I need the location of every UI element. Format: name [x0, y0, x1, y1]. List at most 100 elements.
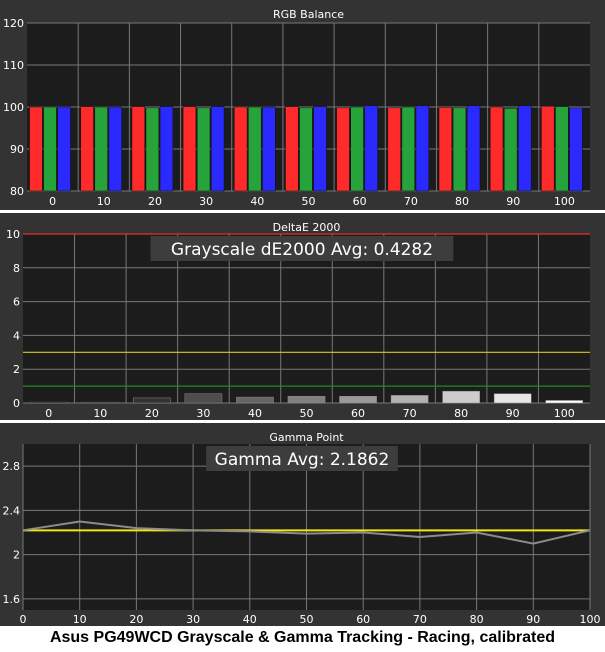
x-tick-label: 90: [506, 195, 520, 208]
x-tick-label: 40: [243, 613, 257, 626]
x-tick-label: 100: [554, 407, 575, 420]
rgb-bar-green: [452, 107, 467, 192]
x-tick-label: 10: [97, 195, 111, 208]
x-tick-label: 0: [45, 407, 52, 420]
y-tick-label: 8: [13, 262, 20, 275]
chart-panel-3: Gamma Point 1.6 2 2.4 2.8 0 10 20 30 40 50 60 70 80 90…: [0, 423, 605, 626]
rgb-bar-blue: [518, 105, 532, 192]
rgb-bar-green: [350, 106, 364, 192]
rgb-bar-red: [336, 107, 350, 192]
y-tick-label: 2: [13, 549, 20, 562]
x-tick-label: 50: [302, 195, 316, 208]
delta-e-bar: [545, 400, 584, 404]
y-tick-label: 4: [13, 329, 20, 342]
rgb-bar-green: [401, 106, 415, 192]
rgb-bar-red: [285, 106, 299, 192]
rgb-bar-blue: [262, 106, 276, 192]
rgb-bar-red: [182, 106, 197, 192]
delta-e-bar: [493, 393, 532, 404]
x-tick-label: 40: [250, 195, 264, 208]
rgb-bar-red: [438, 107, 453, 192]
rgb-bar-blue: [313, 106, 327, 192]
delta-e-bar: [390, 395, 429, 404]
rgb-bar-red: [131, 106, 145, 192]
rgb-bar-blue: [211, 106, 225, 192]
rgb-bar-blue: [364, 105, 378, 192]
delta-e-bar: [81, 401, 120, 404]
x-tick-label: 20: [148, 195, 162, 208]
x-tick-label: 90: [526, 613, 540, 626]
y-tick-label: 80: [10, 185, 24, 198]
rgb-bar-red: [80, 106, 94, 192]
x-tick-label: 60: [353, 195, 367, 208]
delta-e-bar: [339, 395, 377, 404]
delta-e-bar: [442, 390, 480, 404]
chart-panel-1: RGB Balance 80 90 100 110 120 0 10 20 30 40 50 60 70 8…: [0, 0, 605, 210]
x-tick-label: 20: [145, 407, 159, 420]
x-tick-label: 50: [300, 407, 314, 420]
rgb-bar-green: [43, 106, 57, 192]
delta-e-bar: [133, 397, 171, 404]
y-tick-label: 90: [10, 143, 24, 156]
x-tick-label: 10: [93, 407, 107, 420]
chart-title: RGB Balance: [273, 8, 344, 21]
x-tick-label: 10: [73, 613, 87, 626]
chart-title: DeltaE 2000: [273, 221, 341, 234]
y-tick-label: 10: [6, 228, 20, 241]
rgb-bar-blue: [466, 105, 481, 192]
x-tick-label: 60: [351, 407, 365, 420]
average-label: Gamma Avg: 2.1862: [215, 450, 390, 470]
chart-panel-2: DeltaE 200002468100 10 20 30 40 50 60 70 80 90 100…: [0, 213, 605, 420]
delta-e-bar: [236, 396, 274, 404]
x-tick-label: 30: [199, 195, 213, 208]
x-tick-label: 70: [413, 613, 427, 626]
y-tick-label: 6: [13, 296, 20, 309]
x-tick-label: 80: [454, 407, 468, 420]
x-tick-label: 20: [129, 613, 143, 626]
rgb-bar-red: [489, 106, 504, 192]
delta-e-bar: [184, 393, 223, 404]
y-tick-label: 2.4: [3, 504, 21, 517]
x-tick-label: 80: [455, 195, 469, 208]
rgb-bar-blue: [415, 105, 430, 192]
rgb-bar-green: [299, 107, 313, 192]
delta-e-bar: [29, 401, 68, 404]
rgb-bar-green: [196, 107, 211, 192]
x-tick-label: 90: [506, 407, 520, 420]
x-tick-label: 60: [356, 613, 370, 626]
y-tick-label: 2: [13, 363, 20, 376]
y-tick-label: 2.8: [3, 460, 21, 473]
x-tick-label: 70: [403, 407, 417, 420]
y-tick-label: 0: [13, 397, 20, 410]
rgb-bar-green: [145, 107, 160, 192]
x-tick-label: 30: [196, 407, 210, 420]
rgb-bar-red: [541, 105, 555, 192]
x-tick-label: 100: [554, 195, 575, 208]
x-tick-label: 80: [470, 613, 484, 626]
rgb-bar-green: [248, 106, 262, 192]
rgb-bar-blue: [57, 106, 71, 192]
rgb-bar-red: [29, 106, 43, 192]
x-tick-label: 30: [186, 613, 200, 626]
rgb-bar-green: [504, 108, 518, 192]
y-tick-label: 120: [3, 17, 24, 30]
x-tick-label: 100: [580, 613, 601, 626]
rgb-bar-red: [387, 107, 401, 192]
rgb-bar-blue: [108, 106, 122, 192]
x-tick-label: 70: [404, 195, 418, 208]
rgb-bar-blue: [159, 106, 174, 192]
rgb-bar-blue: [569, 107, 583, 192]
figure-caption: Asus PG49WCD Grayscale & Gamma Tracking …: [49, 629, 556, 646]
y-tick-label: 1.6: [3, 593, 21, 606]
chart-figure: RGB Balance80901001101200 10 20 30 40 50 60 70 8…: [0, 0, 605, 626]
x-tick-label: 0: [49, 195, 56, 208]
average-label: Grayscale dE2000 Avg: 0.4282: [171, 240, 433, 260]
chart-title: Gamma Point: [269, 431, 344, 444]
rgb-bar-green: [555, 106, 569, 192]
rgb-bar-red: [234, 106, 248, 192]
y-tick-label: 100: [3, 101, 24, 114]
x-tick-label: 50: [300, 613, 314, 626]
delta-e-bar: [287, 395, 326, 404]
y-tick-label: 110: [3, 59, 24, 72]
x-tick-label: 0: [20, 613, 27, 626]
